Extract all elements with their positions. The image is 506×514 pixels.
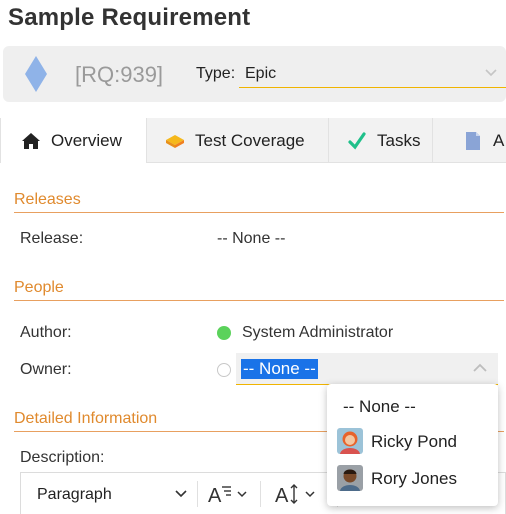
owner-option-none[interactable]: -- None -- bbox=[327, 389, 498, 425]
people-divider bbox=[14, 300, 504, 301]
owner-option-label: Ricky Pond bbox=[371, 432, 457, 451]
author-status-dot bbox=[217, 326, 231, 340]
author-label: Author: bbox=[20, 324, 72, 341]
type-value: Epic bbox=[245, 65, 277, 82]
type-select[interactable]: Epic bbox=[239, 58, 506, 88]
releases-heading: Releases bbox=[14, 191, 81, 208]
tab-overview[interactable]: Overview bbox=[0, 118, 147, 163]
requirement-header: [RQ:939] Type: Epic bbox=[3, 46, 506, 102]
requirement-id: [RQ:939] bbox=[75, 62, 164, 87]
tab-overview-label: Overview bbox=[51, 131, 122, 150]
toolbar-separator bbox=[260, 481, 261, 507]
owner-option-label: -- None -- bbox=[343, 397, 416, 416]
ricky-pond-avatar bbox=[337, 428, 363, 454]
tab-attachments[interactable]: A bbox=[433, 118, 506, 162]
owner-select[interactable]: -- None -- bbox=[236, 353, 498, 385]
owner-dropdown-list: -- None -- Ricky Pond Rory Jones bbox=[327, 384, 498, 506]
line-height-icon[interactable]: A bbox=[274, 482, 324, 506]
toolbar-separator bbox=[197, 481, 198, 507]
document-icon bbox=[466, 132, 480, 150]
chevron-up-icon[interactable] bbox=[472, 361, 488, 375]
svg-text:A: A bbox=[275, 485, 289, 506]
tab-tasks[interactable]: Tasks bbox=[329, 118, 433, 162]
tab-test-coverage-label: Test Coverage bbox=[195, 131, 305, 150]
tab-tasks-label: Tasks bbox=[377, 131, 421, 150]
detailed-information-heading: Detailed Information bbox=[14, 410, 158, 427]
tab-attachments-label: A bbox=[493, 131, 505, 150]
owner-option-label: Rory Jones bbox=[371, 469, 457, 488]
owner-status-dot bbox=[217, 363, 231, 377]
release-label: Release: bbox=[20, 230, 84, 247]
test-coverage-icon bbox=[166, 135, 184, 148]
tab-bar: Overview Test Coverage Tasks A bbox=[0, 118, 506, 163]
svg-text:A: A bbox=[208, 485, 222, 506]
tab-test-coverage[interactable]: Test Coverage bbox=[147, 118, 329, 162]
people-heading: People bbox=[14, 279, 64, 296]
release-value[interactable]: -- None -- bbox=[217, 230, 285, 248]
owner-selected-value[interactable]: -- None -- bbox=[241, 359, 318, 379]
owner-option-rory-jones[interactable]: Rory Jones bbox=[327, 461, 498, 497]
description-label: Description: bbox=[20, 449, 105, 466]
type-label: Type: bbox=[196, 65, 236, 82]
chevron-down-icon[interactable] bbox=[175, 489, 187, 499]
checkmark-icon bbox=[348, 132, 366, 150]
releases-divider bbox=[14, 212, 504, 213]
owner-option-ricky-pond[interactable]: Ricky Pond bbox=[327, 424, 498, 460]
paragraph-style-select[interactable]: Paragraph bbox=[37, 486, 112, 504]
home-icon bbox=[22, 133, 40, 149]
page-title: Sample Requirement bbox=[8, 4, 251, 31]
owner-label: Owner: bbox=[20, 361, 72, 378]
chevron-down-icon bbox=[485, 69, 497, 77]
font-size-icon[interactable]: A bbox=[207, 482, 251, 506]
author-value[interactable]: System Administrator bbox=[242, 324, 393, 342]
requirement-diamond-icon bbox=[25, 56, 47, 92]
rory-jones-avatar bbox=[337, 465, 363, 491]
